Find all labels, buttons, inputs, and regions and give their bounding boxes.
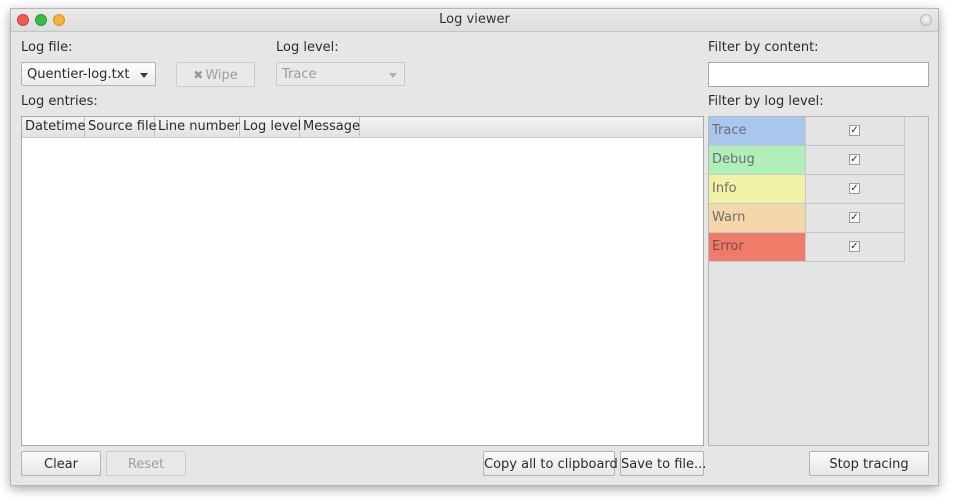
log-entries-table[interactable]: Datetime Source file Line number Log lev…: [21, 116, 704, 446]
log-viewer-window: Log viewer Log file: Quentier-log.txt ✖ W…: [10, 8, 939, 486]
save-to-file-button[interactable]: Save to file...: [620, 451, 706, 476]
wipe-icon: ✖: [193, 68, 204, 82]
level-row-info: Info ✓: [709, 175, 905, 204]
level-name-trace: Trace: [709, 117, 806, 146]
wipe-button[interactable]: ✖ Wipe: [176, 62, 255, 87]
window-menu-icon[interactable]: [920, 14, 932, 26]
debug-level-checkbox[interactable]: ✓: [849, 154, 860, 165]
level-row-trace: Trace ✓: [709, 117, 905, 146]
level-row-warn: Warn ✓: [709, 204, 905, 233]
chevron-down-icon: [140, 73, 148, 78]
column-header-source-file[interactable]: Source file: [85, 117, 157, 137]
level-row-error: Error ✓: [709, 233, 905, 262]
level-name-error: Error: [709, 233, 806, 262]
wipe-button-label: Wipe: [205, 68, 238, 83]
level-name-info: Info: [709, 175, 806, 204]
stop-tracing-button[interactable]: Stop tracing: [809, 451, 929, 476]
clear-button[interactable]: Clear: [21, 451, 101, 476]
log-file-label: Log file:: [21, 40, 73, 55]
table-header: Datetime Source file Line number Log lev…: [22, 117, 703, 138]
filter-level-table: Trace ✓ Debug ✓ Info ✓ Warn ✓ Error ✓: [708, 116, 929, 446]
reset-button[interactable]: Reset: [106, 451, 186, 476]
filter-content-label: Filter by content:: [708, 40, 819, 55]
trace-level-checkbox[interactable]: ✓: [849, 125, 860, 136]
warn-level-checkbox[interactable]: ✓: [849, 212, 860, 223]
column-header-datetime[interactable]: Datetime: [22, 117, 85, 137]
log-file-select[interactable]: Quentier-log.txt: [21, 62, 156, 86]
column-header-message[interactable]: Message: [300, 117, 360, 137]
level-check-cell: ✓: [806, 204, 905, 233]
level-check-cell: ✓: [806, 233, 905, 262]
window-title: Log viewer: [439, 12, 510, 27]
log-level-select[interactable]: Trace: [276, 62, 405, 86]
level-name-warn: Warn: [709, 204, 806, 233]
info-level-checkbox[interactable]: ✓: [849, 183, 860, 194]
column-header-log-level[interactable]: Log level: [240, 117, 301, 137]
log-file-value: Quentier-log.txt: [27, 67, 130, 82]
filter-level-label: Filter by log level:: [708, 94, 824, 109]
level-check-cell: ✓: [806, 146, 905, 175]
level-check-cell: ✓: [806, 175, 905, 204]
error-level-checkbox[interactable]: ✓: [849, 241, 860, 252]
log-level-value: Trace: [282, 67, 317, 82]
title-bar: Log viewer: [11, 9, 938, 32]
filter-content-input[interactable]: [708, 62, 929, 87]
column-header-line-number[interactable]: Line number: [155, 117, 240, 137]
level-name-debug: Debug: [709, 146, 806, 175]
log-entries-label: Log entries:: [21, 94, 98, 109]
log-level-label: Log level:: [276, 40, 339, 55]
level-check-cell: ✓: [806, 117, 905, 146]
copy-all-to-clipboard-button[interactable]: Copy all to clipboard: [483, 451, 618, 476]
chevron-down-icon: [389, 73, 397, 78]
level-row-debug: Debug ✓: [709, 146, 905, 175]
